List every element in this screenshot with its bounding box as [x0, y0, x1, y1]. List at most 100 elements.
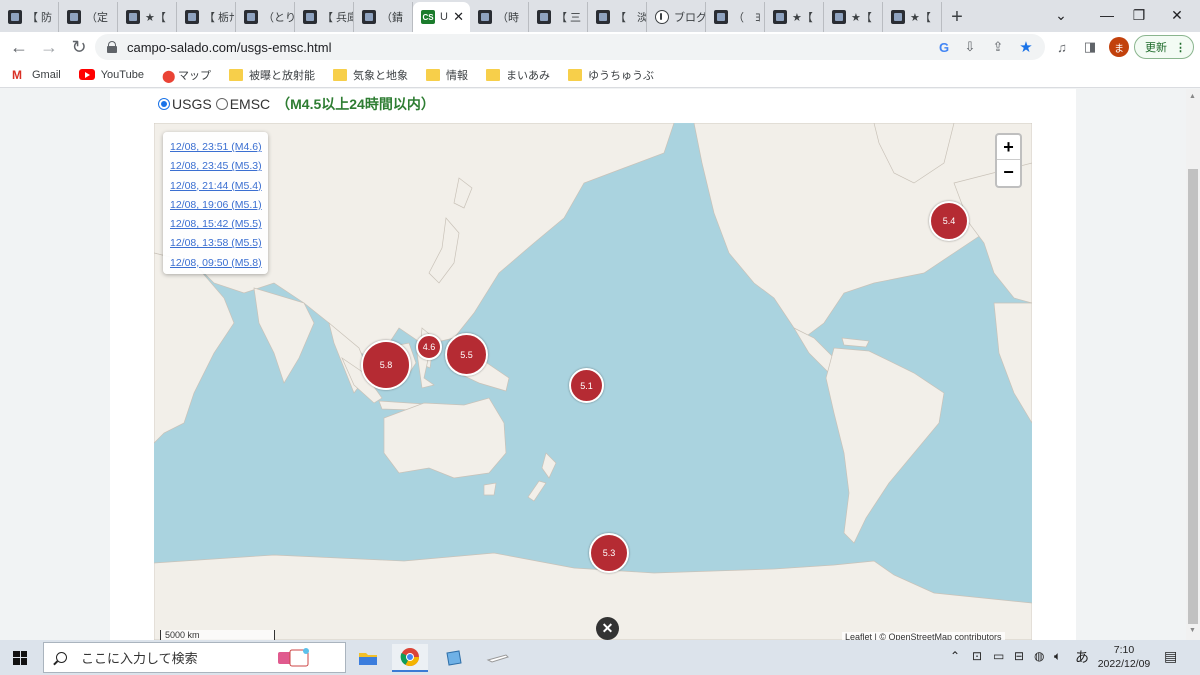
- bookmark-folder[interactable]: 情報: [425, 67, 468, 83]
- url-text: campo-salado.com/usgs-emsc.html: [127, 39, 332, 55]
- notepad-icon[interactable]: [436, 644, 472, 672]
- reload-icon[interactable]: ↻: [64, 32, 94, 62]
- radio-usgs[interactable]: [158, 98, 170, 110]
- side-panel-icon[interactable]: ◨: [1080, 37, 1100, 57]
- browser-tab[interactable]: （とり: [236, 2, 295, 32]
- start-button[interactable]: [0, 640, 40, 675]
- browser-tab[interactable]: ブログ: [647, 2, 706, 32]
- quake-marker[interactable]: 5.4: [929, 201, 969, 241]
- site-favicon-icon: [303, 10, 317, 24]
- bookmark-star-icon[interactable]: ★: [1016, 37, 1036, 57]
- browser-tab[interactable]: （時: [470, 2, 529, 32]
- quake-list-link[interactable]: 12/08, 23:51 (M4.6): [170, 138, 268, 157]
- browser-tab[interactable]: 【 防: [0, 2, 59, 32]
- site-favicon-icon: [244, 10, 258, 24]
- quake-list-link[interactable]: 12/08, 09:50 (M5.8): [170, 254, 268, 273]
- quake-list-link[interactable]: 12/08, 21:44 (M5.4): [170, 177, 268, 196]
- mic-icon[interactable]: ◍: [1034, 649, 1044, 663]
- tray-chevron-up-icon[interactable]: ⌃: [950, 649, 960, 663]
- browser-tab[interactable]: 【 栃ﾅ: [177, 2, 236, 32]
- profile-avatar[interactable]: ま: [1109, 37, 1129, 57]
- notification-icon[interactable]: ▤: [1164, 648, 1177, 665]
- scroll-up-icon[interactable]: ▲: [1189, 93, 1196, 100]
- file-explorer-icon[interactable]: [350, 644, 386, 672]
- forward-arrow-icon[interactable]: →: [34, 32, 64, 62]
- tray-app-icon[interactable]: ⊡: [972, 649, 982, 663]
- lock-icon[interactable]: [107, 41, 117, 53]
- browser-tab[interactable]: ★【: [883, 2, 942, 32]
- browser-tab[interactable]: （錆: [354, 2, 413, 32]
- radio-emsc[interactable]: [215, 98, 228, 110]
- tab-search-chevron-icon[interactable]: ⌄: [1038, 0, 1084, 30]
- quake-marker[interactable]: 5.1: [569, 368, 604, 403]
- bookmark-youtube[interactable]: YouTube: [78, 69, 144, 81]
- scroll-down-icon[interactable]: ▼: [1189, 627, 1196, 634]
- media-control-icon[interactable]: ♫: [1052, 37, 1072, 57]
- bookmark-folder[interactable]: まいあみ: [485, 67, 550, 83]
- site-favicon-icon: [596, 10, 610, 24]
- quake-list-link[interactable]: 12/08, 19:06 (M5.1): [170, 196, 268, 215]
- page-scrollbar[interactable]: ▲ ▼: [1186, 89, 1200, 640]
- chrome-taskbar-icon[interactable]: [392, 644, 428, 672]
- quake-marker[interactable]: 5.3: [589, 533, 629, 573]
- windows-logo-icon: [13, 650, 27, 665]
- site-favicon-icon: [537, 10, 551, 24]
- youtube-icon: [78, 69, 95, 80]
- close-ad-icon[interactable]: ✕: [596, 617, 619, 640]
- quake-marker[interactable]: 5.5: [445, 333, 488, 376]
- new-tab-button[interactable]: +: [942, 2, 972, 32]
- bookmark-folder[interactable]: 気象と地象: [332, 67, 408, 83]
- browser-tab[interactable]: 【 淡: [588, 2, 647, 32]
- quake-marker[interactable]: 5.8: [361, 340, 411, 390]
- volume-icon[interactable]: 🔈︎: [1054, 649, 1061, 664]
- menu-kebab-icon: ⋮: [1175, 41, 1186, 54]
- address-bar[interactable]: campo-salado.com/usgs-emsc.html: [95, 34, 1045, 60]
- bookmark-folder[interactable]: 被曝と放射能: [228, 67, 315, 83]
- browser-tab[interactable]: ★【: [824, 2, 883, 32]
- tab-strip: 【 防 （定 ★【 【 栃ﾅ （とり 【 兵庫 （錆 CSU✕ （時 【 三 【…: [0, 0, 1200, 32]
- site-favicon-icon: [8, 10, 22, 24]
- zoom-out-button[interactable]: −: [997, 160, 1020, 185]
- browser-tab-active[interactable]: CS U ✕: [413, 2, 470, 32]
- clock-time: 7:10: [1113, 644, 1135, 656]
- google-lens-icon[interactable]: G: [934, 37, 954, 57]
- radio-emsc-label[interactable]: EMSC: [230, 96, 270, 112]
- browser-tab[interactable]: ★【: [765, 2, 824, 32]
- bookmark-folder[interactable]: ゆうちゅうぶ: [567, 67, 654, 83]
- bookmark-gmail[interactable]: M Gmail: [12, 68, 61, 82]
- browser-tab[interactable]: 【 三: [529, 2, 588, 32]
- bookmark-maps[interactable]: ⬤ マップ: [162, 67, 211, 83]
- quake-list-link[interactable]: 12/08, 13:58 (M5.5): [170, 234, 268, 253]
- quake-list-link[interactable]: 12/08, 23:45 (M5.3): [170, 157, 268, 176]
- search-highlight-icon[interactable]: [275, 644, 311, 672]
- battery-icon[interactable]: ▭: [993, 649, 1004, 663]
- folder-icon: [567, 68, 582, 81]
- scrollbar-thumb[interactable]: [1188, 169, 1198, 624]
- browser-tab[interactable]: 【 兵庫: [295, 2, 354, 32]
- zoom-control: + −: [995, 133, 1022, 188]
- browser-tab[interactable]: （ ﾖ: [706, 2, 765, 32]
- ime-indicator[interactable]: あ: [1075, 647, 1089, 667]
- browser-tab[interactable]: （定: [59, 2, 118, 32]
- quake-list-link[interactable]: 12/08, 15:42 (M5.5): [170, 215, 268, 234]
- back-arrow-icon[interactable]: ←: [4, 32, 34, 62]
- browser-tab[interactable]: ★【: [118, 2, 177, 32]
- folder-icon: [425, 68, 440, 81]
- condition-label: （M4.5以上24時間以内）: [276, 96, 435, 112]
- campo-salado-favicon-icon: CS: [421, 10, 435, 24]
- radio-usgs-label[interactable]: USGS: [172, 96, 212, 112]
- site-favicon-icon: [714, 10, 728, 24]
- quake-marker[interactable]: 4.6: [416, 334, 442, 360]
- network-icon[interactable]: ⊟: [1014, 649, 1024, 663]
- airplane-app-icon[interactable]: [480, 644, 516, 672]
- zoom-in-button[interactable]: +: [997, 135, 1020, 160]
- install-app-icon[interactable]: ⇩: [960, 37, 980, 57]
- share-icon[interactable]: ⇪: [988, 37, 1008, 57]
- clock-date: 2022/12/09: [1097, 658, 1151, 670]
- close-tab-icon[interactable]: ✕: [453, 9, 464, 25]
- site-favicon-icon: [773, 10, 787, 24]
- close-window-button[interactable]: ✕: [1154, 0, 1200, 30]
- taskbar-clock[interactable]: 7:10 2022/12/09: [1096, 643, 1152, 671]
- info-favicon-icon: [655, 10, 669, 24]
- update-button[interactable]: 更新 ⋮: [1134, 35, 1194, 59]
